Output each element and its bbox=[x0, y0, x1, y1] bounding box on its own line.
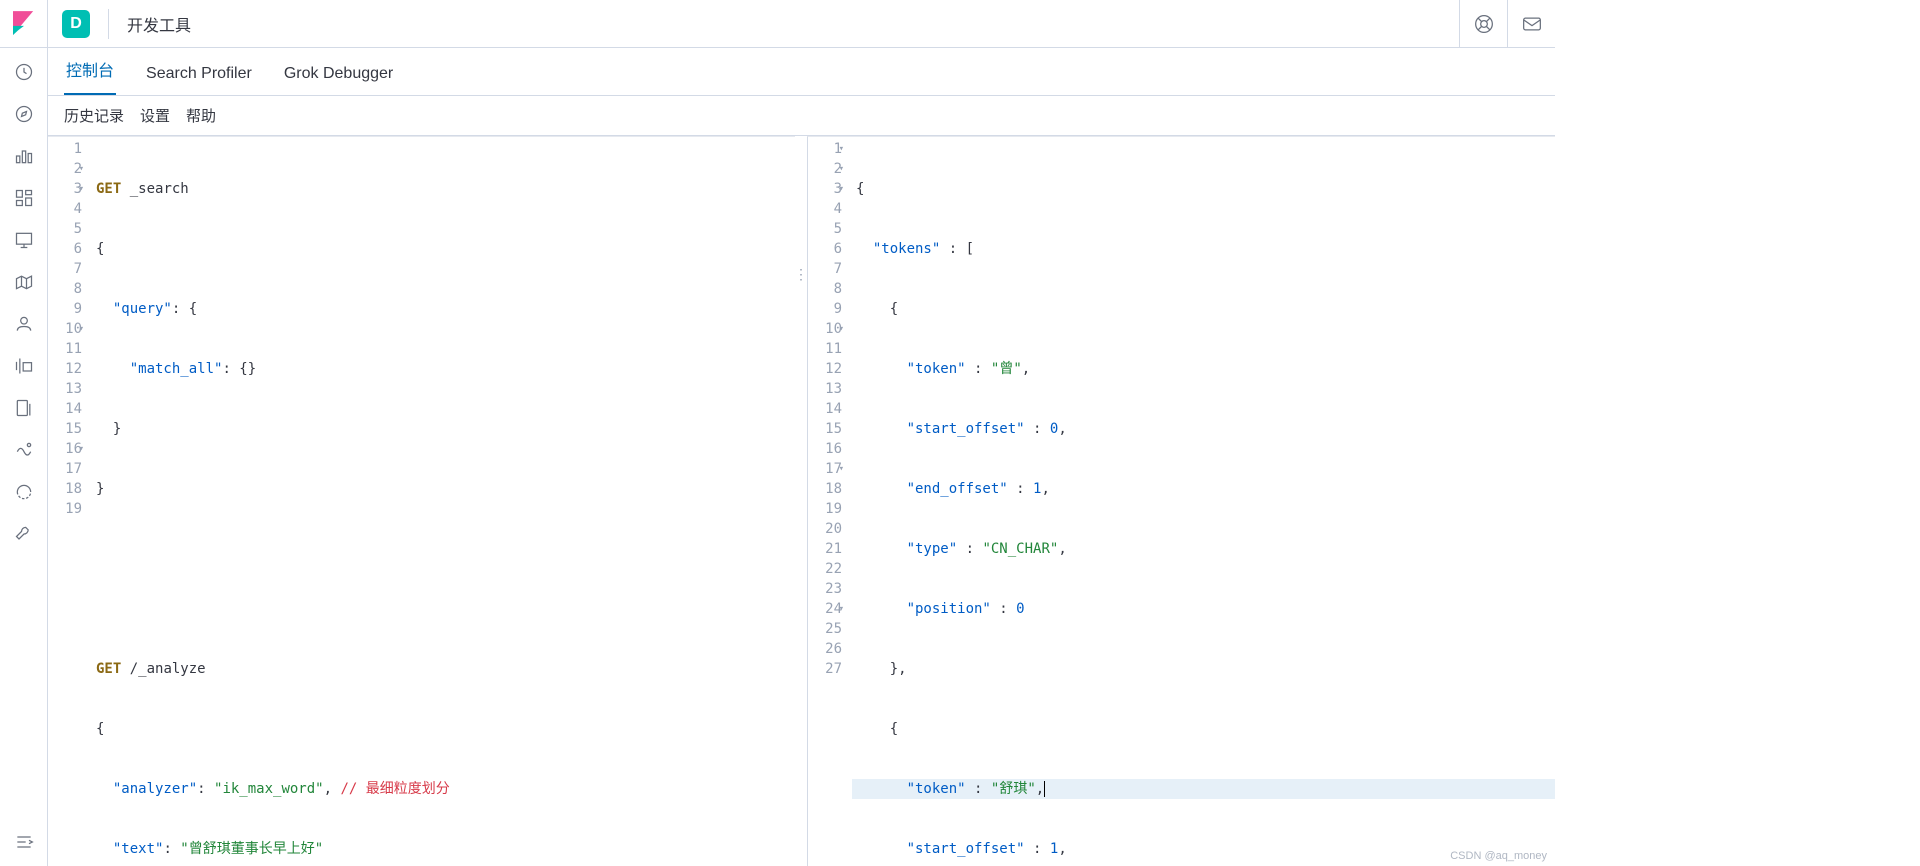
dashboard-icon[interactable] bbox=[12, 186, 36, 210]
visualize-icon[interactable] bbox=[12, 144, 36, 168]
tab-console[interactable]: 控制台 bbox=[64, 45, 116, 95]
response-viewer[interactable]: 1 2 3 4 5 6 7 8 9 10 11 12 13 14 bbox=[807, 136, 1555, 866]
topbar: D 开发工具 bbox=[0, 0, 1555, 48]
app-title: 开发工具 bbox=[127, 12, 191, 36]
sidebar bbox=[0, 48, 48, 866]
watermark: CSDN @aq_money bbox=[1450, 850, 1547, 862]
canvas-icon[interactable] bbox=[12, 228, 36, 252]
request-editor[interactable]: 1 2 3 4 5 6 7 8 9 10 11✕ 12 13 14 bbox=[48, 136, 795, 866]
news-icon[interactable] bbox=[1507, 0, 1555, 48]
help-icon[interactable] bbox=[1459, 0, 1507, 48]
uptime-icon[interactable] bbox=[12, 480, 36, 504]
logs-icon[interactable] bbox=[12, 396, 36, 420]
recent-icon[interactable] bbox=[12, 60, 36, 84]
devtools-icon[interactable] bbox=[12, 522, 36, 546]
request-gutter: 1 2 3 4 5 6 7 8 9 10 11✕ 12 13 14 bbox=[48, 137, 92, 866]
subnav-help[interactable]: 帮助 bbox=[186, 105, 216, 126]
vertical-divider bbox=[108, 9, 109, 39]
ml-icon[interactable] bbox=[12, 312, 36, 336]
tab-bar: 控制台 Search Profiler Grok Debugger bbox=[48, 48, 1555, 96]
metrics-icon[interactable] bbox=[12, 354, 36, 378]
kibana-logo-icon bbox=[13, 11, 35, 37]
tab-grok-debugger[interactable]: Grok Debugger bbox=[282, 53, 395, 95]
response-code: { "tokens" : [ { "token" : "曾", "start_o… bbox=[852, 137, 1555, 866]
apm-icon[interactable] bbox=[12, 438, 36, 462]
maps-icon[interactable] bbox=[12, 270, 36, 294]
app-badge[interactable]: D bbox=[62, 10, 90, 38]
subnav-settings[interactable]: 设置 bbox=[140, 105, 170, 126]
request-code[interactable]: GET _search { "query": { "match_all": {}… bbox=[92, 137, 795, 866]
response-gutter: 1 2 3 4 5 6 7 8 9 10 11 12 13 14 bbox=[808, 137, 852, 866]
split-handle[interactable]: ⋮ bbox=[795, 136, 807, 866]
console-subnav: 历史记录 设置 帮助 bbox=[48, 96, 1555, 136]
kibana-logo[interactable] bbox=[0, 0, 48, 48]
subnav-history[interactable]: 历史记录 bbox=[64, 105, 124, 126]
tab-search-profiler[interactable]: Search Profiler bbox=[144, 53, 254, 95]
collapse-icon[interactable] bbox=[12, 830, 36, 854]
compass-icon[interactable] bbox=[12, 102, 36, 126]
